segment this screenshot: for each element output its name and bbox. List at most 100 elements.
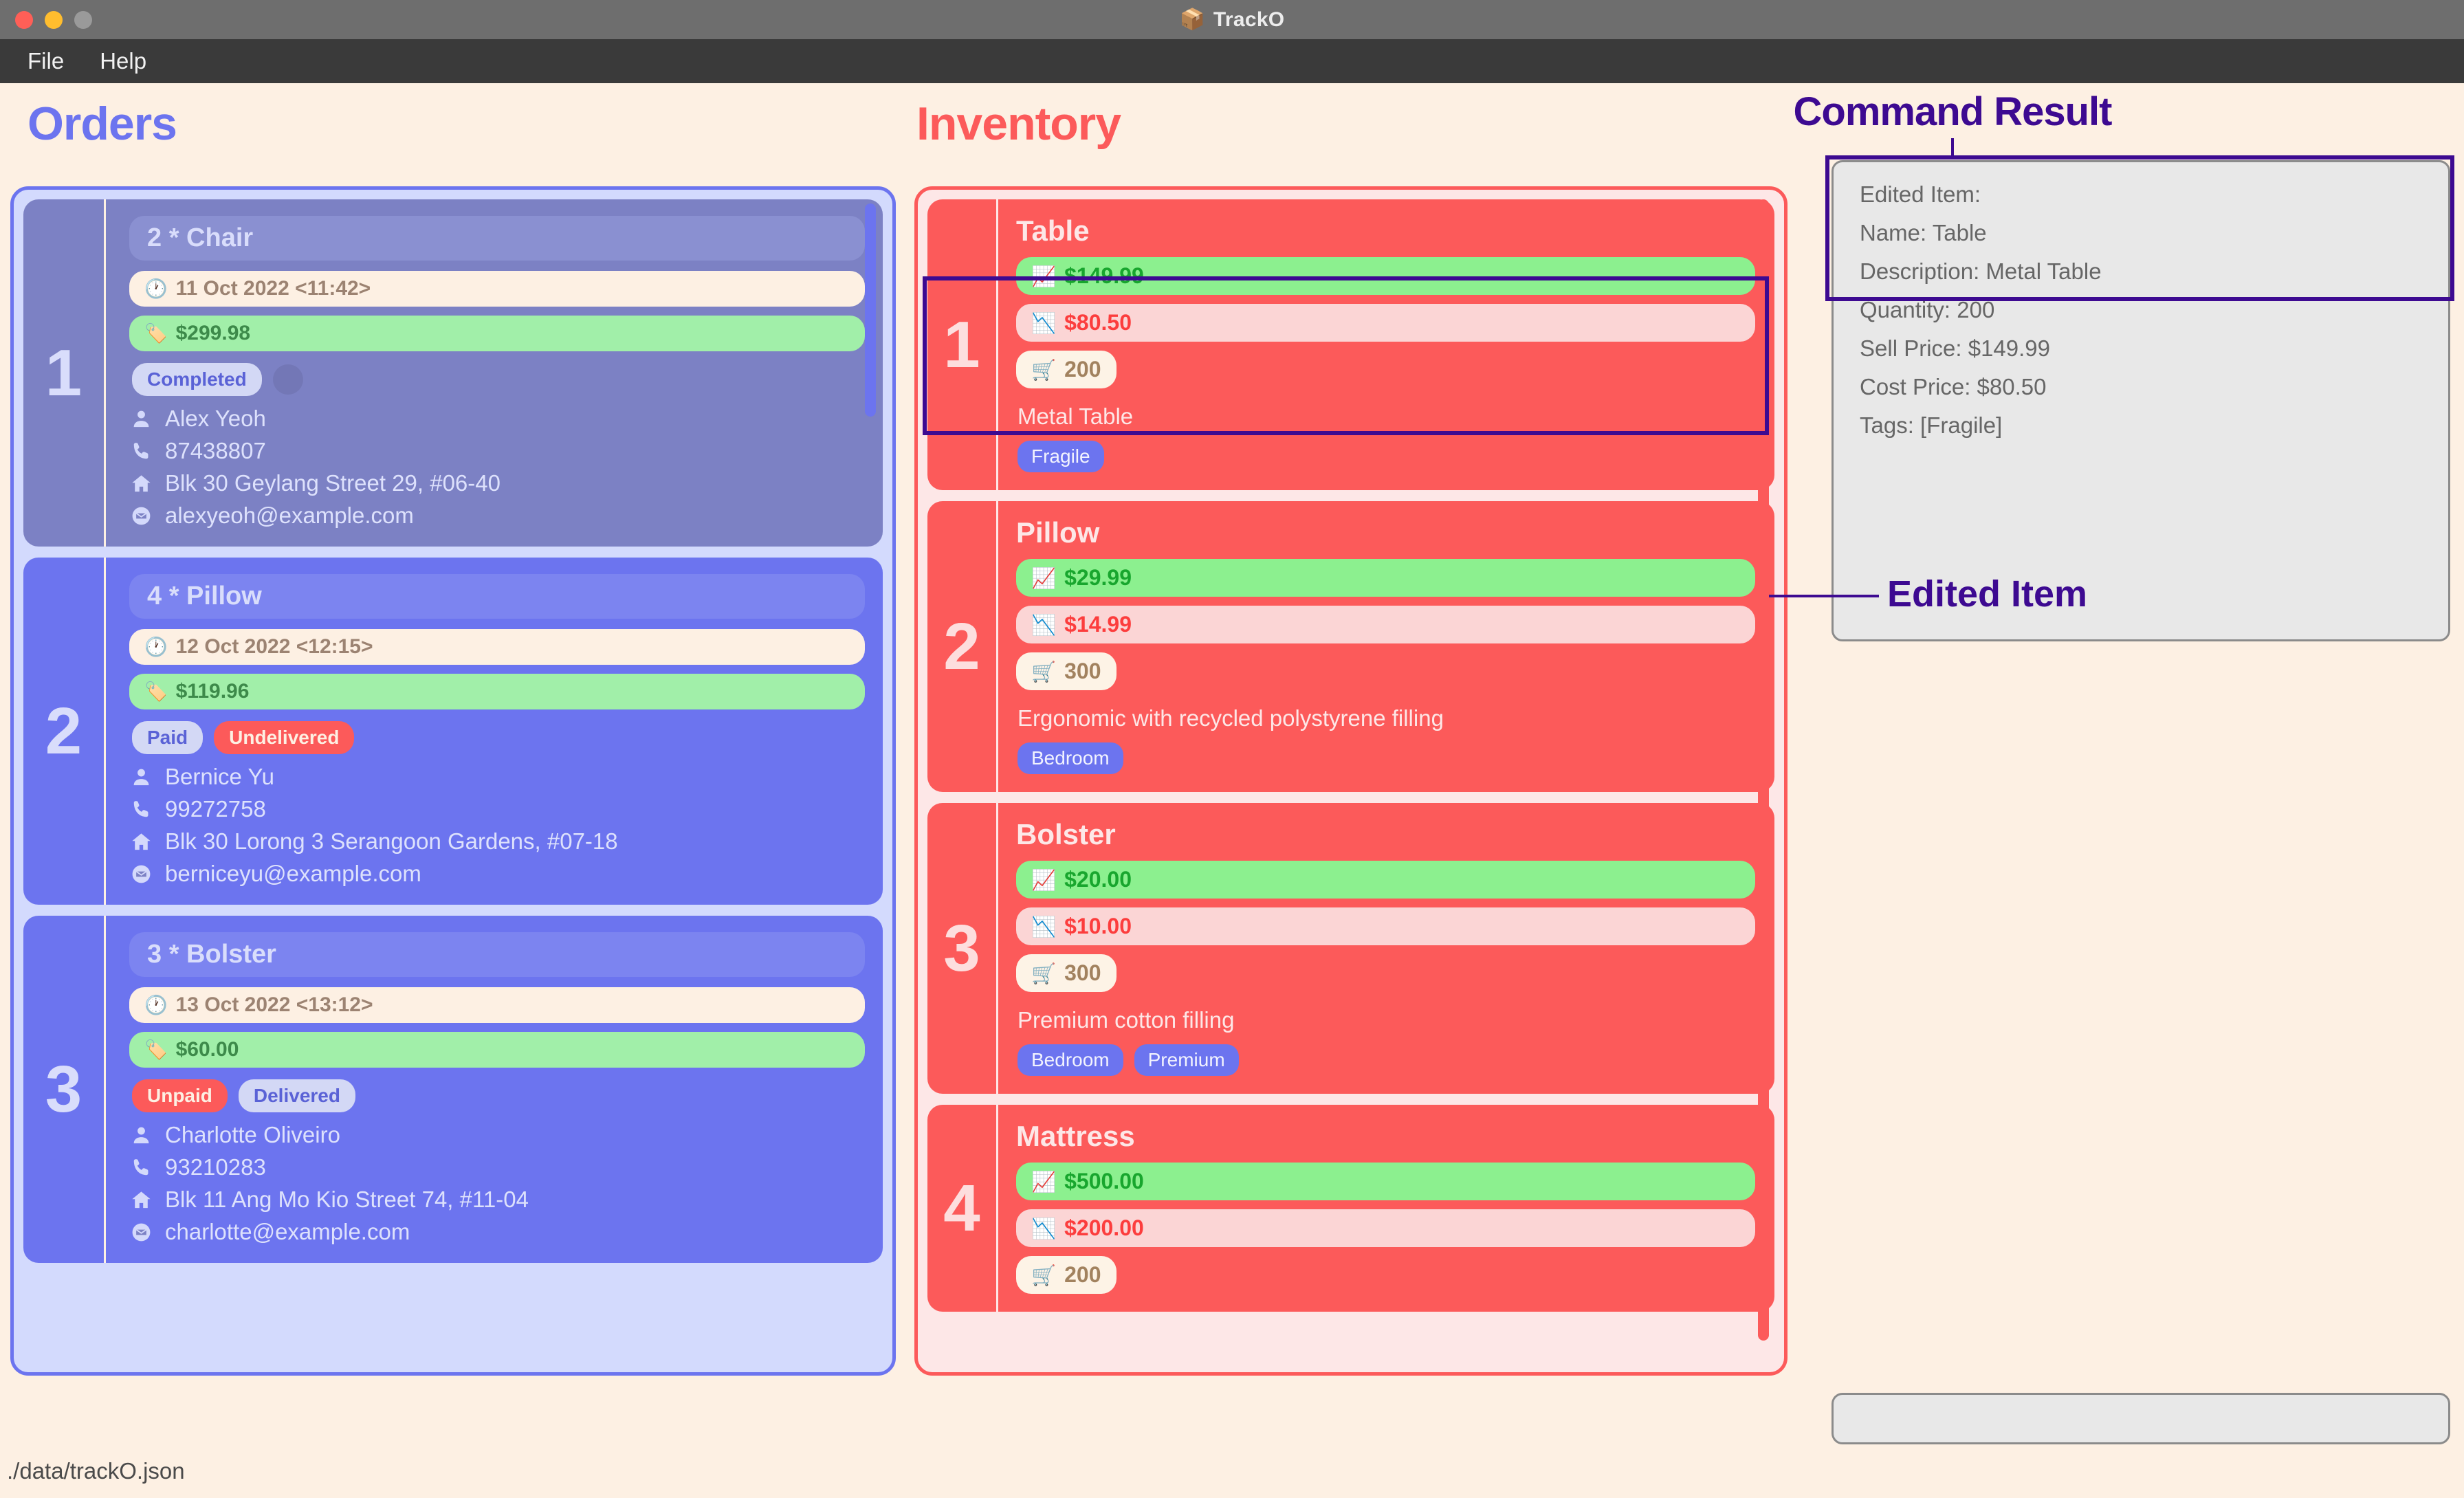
inventory-panel: 1 Table 📈 $149.99 📉 $80.50 🛒 200 Metal Table Frag… <box>914 186 1788 1376</box>
command-result-heading: Command Result <box>1793 89 2113 134</box>
sell-price-up-icon: 📈 <box>1031 568 1057 590</box>
status-badge: Delivered <box>238 1079 355 1112</box>
inventory-card[interactable]: 1 Table 📈 $149.99 📉 $80.50 🛒 200 Metal Table Frag… <box>927 199 1774 490</box>
order-email: charlotte@example.com <box>165 1219 410 1244</box>
cost-price-down-icon: 📉 <box>1031 313 1057 335</box>
inventory-card[interactable]: 2 Pillow 📈 $29.99 📉 $14.99 🛒 300 Ergonomic with … <box>927 501 1774 792</box>
inventory-item-description: Ergonomic with recycled polystyrene fill… <box>1018 705 1444 731</box>
command-result-highlight-box <box>1825 155 2454 301</box>
order-card[interactable]: 3 3 * Bolster 🕐 13 Oct 2022 <13:12> 🏷️ $60.00… <box>23 916 883 1263</box>
order-customer-name: Bernice Yu <box>165 764 275 789</box>
inventory-tag: Bedroom <box>1018 742 1123 774</box>
sell-price-up-icon: 📈 <box>1031 266 1057 288</box>
order-name: 4 * Pillow <box>129 574 865 619</box>
cost-price-value: $14.99 <box>1064 612 1132 637</box>
order-customer-name-row: Alex Yeoh <box>129 406 865 432</box>
inventory-item-description: Premium cotton filling <box>1018 1007 1235 1033</box>
sell-price-value: $500.00 <box>1064 1169 1144 1193</box>
inventory-list[interactable]: 1 Table 📈 $149.99 📉 $80.50 🛒 200 Metal Table Frag… <box>927 199 1774 1363</box>
order-customer-name-row: Bernice Yu <box>129 764 865 790</box>
price-tag-icon: 🏷️ <box>144 1039 168 1060</box>
sell-price-pill: 📈 $149.99 <box>1016 257 1755 295</box>
order-price-value: $299.98 <box>175 322 251 344</box>
cost-price-value: $10.00 <box>1064 914 1132 938</box>
inventory-index: 4 <box>943 1171 980 1245</box>
inventory-item-name: Table <box>1016 214 1090 247</box>
order-phone: 87438807 <box>165 438 266 463</box>
order-email: berniceyu@example.com <box>165 861 421 886</box>
package-icon: 📦 <box>1179 8 1205 31</box>
inventory-tag: Bedroom <box>1018 1044 1123 1076</box>
order-email: alexyeoh@example.com <box>165 503 414 528</box>
command-result-line: Cost Price: $80.50 <box>1860 374 2047 399</box>
order-address-row: Blk 30 Lorong 3 Serangoon Gardens, #07-1… <box>129 828 865 855</box>
order-index: 1 <box>45 335 82 410</box>
home-icon <box>129 473 153 494</box>
order-card[interactable]: 2 4 * Pillow 🕐 12 Oct 2022 <12:15> 🏷️ $119.96… <box>23 558 883 905</box>
inventory-heading: Inventory <box>916 98 1121 150</box>
inventory-tag: Premium <box>1134 1044 1239 1076</box>
edited-item-leader-line <box>1769 595 1879 597</box>
price-tag-icon: 🏷️ <box>144 681 168 702</box>
shopping-cart-icon: 🛒 <box>1031 1265 1057 1287</box>
clock-icon: 🕐 <box>144 637 168 657</box>
order-date-value: 12 Oct 2022 <12:15> <box>175 635 373 658</box>
order-card-body: 3 * Bolster 🕐 13 Oct 2022 <13:12> 🏷️ $60.00 U… <box>106 916 883 1263</box>
order-status-badges: Paid Undelivered <box>132 721 865 754</box>
order-address: Blk 11 Ang Mo Kio Street 74, #11-04 <box>165 1187 529 1212</box>
inventory-tag: Fragile <box>1018 441 1104 472</box>
order-phone-row: 93210283 <box>129 1154 865 1180</box>
sell-price-value: $29.99 <box>1064 565 1132 590</box>
orders-panel: 1 2 * Chair 🕐 11 Oct 2022 <11:42> 🏷️ $299.98 C… <box>10 186 896 1376</box>
menu-item-help[interactable]: Help <box>90 45 156 77</box>
command-result-line: Sell Price: $149.99 <box>1860 335 2051 361</box>
close-window-button[interactable] <box>15 10 33 29</box>
cost-price-pill: 📉 $14.99 <box>1016 606 1755 643</box>
order-status-badges: Completed <box>132 363 865 396</box>
order-phone: 93210283 <box>165 1154 266 1180</box>
inventory-card-body: Pillow 📈 $29.99 📉 $14.99 🛒 300 Ergonomic with r… <box>998 501 1774 792</box>
home-icon <box>129 1189 153 1211</box>
inventory-card[interactable]: 3 Bolster 📈 $20.00 📉 $10.00 🛒 300 Premium cotton… <box>927 803 1774 1094</box>
cost-price-down-icon: 📉 <box>1031 1218 1057 1240</box>
status-bar: ./data/trackO.json <box>0 1444 2464 1498</box>
order-address-row: Blk 30 Geylang Street 29, #06-40 <box>129 470 865 496</box>
order-index: 3 <box>45 1052 82 1126</box>
orders-list[interactable]: 1 2 * Chair 🕐 11 Oct 2022 <11:42> 🏷️ $299.98 C… <box>23 199 883 1363</box>
order-card-body: 2 * Chair 🕐 11 Oct 2022 <11:42> 🏷️ $299.98 Co… <box>106 199 883 547</box>
cost-price-value: $200.00 <box>1064 1215 1144 1240</box>
sell-price-pill: 📈 $20.00 <box>1016 861 1755 899</box>
order-address: Blk 30 Geylang Street 29, #06-40 <box>165 470 500 496</box>
order-date-pill: 🕐 11 Oct 2022 <11:42> <box>129 271 865 307</box>
inventory-item-name: Mattress <box>1016 1120 1135 1152</box>
orders-heading: Orders <box>28 98 177 150</box>
badge-placeholder-dot <box>272 364 303 395</box>
order-card[interactable]: 1 2 * Chair 🕐 11 Oct 2022 <11:42> 🏷️ $299.98 C… <box>23 199 883 547</box>
menu-item-file[interactable]: File <box>18 45 74 77</box>
order-date-value: 11 Oct 2022 <11:42> <box>175 277 371 300</box>
order-customer-name-row: Charlotte Oliveiro <box>129 1122 865 1148</box>
window-title: TrackO <box>1213 8 1285 31</box>
command-input[interactable] <box>1832 1393 2450 1444</box>
quantity-value: 200 <box>1064 357 1101 382</box>
order-index: 2 <box>45 694 82 768</box>
quantity-pill: 🛒 300 <box>1016 954 1116 992</box>
inventory-card[interactable]: 4 Mattress 📈 $500.00 📉 $200.00 🛒 200 <box>927 1105 1774 1312</box>
minimize-window-button[interactable] <box>45 10 63 29</box>
person-icon <box>129 767 153 788</box>
inventory-card-body: Bolster 📈 $20.00 📉 $10.00 🛒 300 Premium cotton … <box>998 803 1774 1094</box>
orders-scrollbar-thumb[interactable] <box>865 203 876 417</box>
person-icon <box>129 1125 153 1146</box>
order-date-value: 13 Oct 2022 <13:12> <box>175 993 373 1016</box>
inventory-index: 2 <box>943 609 980 683</box>
menu-bar: File Help <box>0 39 2464 83</box>
cost-price-pill: 📉 $10.00 <box>1016 907 1755 945</box>
order-price-pill: 🏷️ $299.98 <box>129 316 865 351</box>
maximize-window-button[interactable] <box>74 10 92 29</box>
quantity-value: 300 <box>1064 960 1101 985</box>
order-card-body: 4 * Pillow 🕐 12 Oct 2022 <12:15> 🏷️ $119.96 P… <box>106 558 883 905</box>
order-date-pill: 🕐 13 Oct 2022 <13:12> <box>129 987 865 1023</box>
inventory-scrollbar-thumb[interactable] <box>1758 199 1769 1341</box>
phone-icon <box>129 441 153 462</box>
status-badge: Completed <box>132 363 262 396</box>
